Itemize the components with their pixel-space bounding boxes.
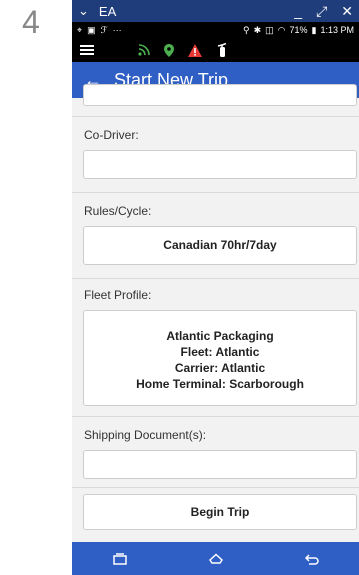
window-title-bar: ⌄ EA _ ⤢ ✕ [72, 0, 359, 22]
status-bar: ⌖ ▣ ℱ ··· ⚲ ✱ ◫ ◠ 71% ▮ 1:13 PM [72, 22, 359, 38]
app-bar [72, 38, 359, 62]
step-number: 4 [22, 4, 40, 40]
close-button[interactable]: ✕ [341, 3, 353, 20]
co-driver-label: Co-Driver: [84, 128, 139, 142]
divider [72, 416, 359, 417]
rules-cycle-label: Rules/Cycle: [84, 204, 152, 218]
rules-cycle-select[interactable]: Canadian 70hr/7day [83, 226, 357, 265]
home-icon[interactable] [208, 552, 224, 565]
window-title: EA [98, 3, 117, 19]
rss-icon[interactable] [138, 44, 150, 56]
extinguisher-icon[interactable] [216, 43, 228, 57]
fleet-profile-label: Fleet Profile: [84, 288, 152, 302]
divider [72, 116, 359, 117]
back-icon[interactable] [304, 553, 319, 565]
battery-percent: 71% [289, 25, 308, 35]
pin-icon: ⚲ [242, 24, 250, 35]
fleet-carrier: Carrier: Atlantic [174, 361, 266, 375]
fleet-name: Fleet: Atlantic [180, 345, 260, 359]
warning-icon[interactable] [188, 43, 202, 57]
minimize-button[interactable]: _ [294, 3, 302, 20]
map-pin-icon[interactable] [164, 43, 174, 57]
begin-trip-button[interactable]: Begin Trip [83, 494, 357, 530]
divider [72, 487, 359, 488]
restore-button[interactable]: ⤢ [316, 3, 327, 20]
wifi-signal-icon: ◠ [277, 24, 286, 35]
clock: 1:13 PM [320, 25, 354, 35]
battery-icon: ▮ [311, 24, 317, 35]
shipping-documents-label: Shipping Document(s): [84, 428, 207, 442]
co-driver-field[interactable] [83, 150, 357, 179]
shipping-documents-field[interactable] [83, 450, 357, 479]
nfc-icon: ◫ [265, 24, 274, 35]
divider [72, 192, 359, 193]
fleet-company: Atlantic Packaging [166, 329, 274, 343]
menu-icon[interactable] [80, 45, 94, 55]
divider [72, 278, 359, 279]
previous-field[interactable] [83, 84, 357, 106]
chevron-down-icon[interactable]: ⌄ [78, 3, 89, 19]
phone-screen: ⌄ EA _ ⤢ ✕ ⌖ ▣ ℱ ··· ⚲ ✱ ◫ ◠ 71% ▮ 1:13 … [72, 0, 359, 575]
form-content: Co-Driver: Rules/Cycle: Canadian 70hr/7d… [72, 84, 359, 542]
android-nav-bar [72, 542, 359, 575]
location-icon: ⌖ [77, 24, 83, 35]
bluetooth-icon: ✱ [253, 24, 262, 35]
fleet-home-terminal: Home Terminal: Scarborough [136, 377, 304, 391]
fleet-profile-box[interactable]: Atlantic Packaging Fleet: Atlantic Carri… [83, 310, 357, 406]
screen-icon: ▣ [87, 24, 96, 35]
recent-apps-icon[interactable] [112, 552, 127, 565]
cast-icon: ℱ [100, 24, 108, 35]
more-icon: ··· [112, 24, 122, 35]
